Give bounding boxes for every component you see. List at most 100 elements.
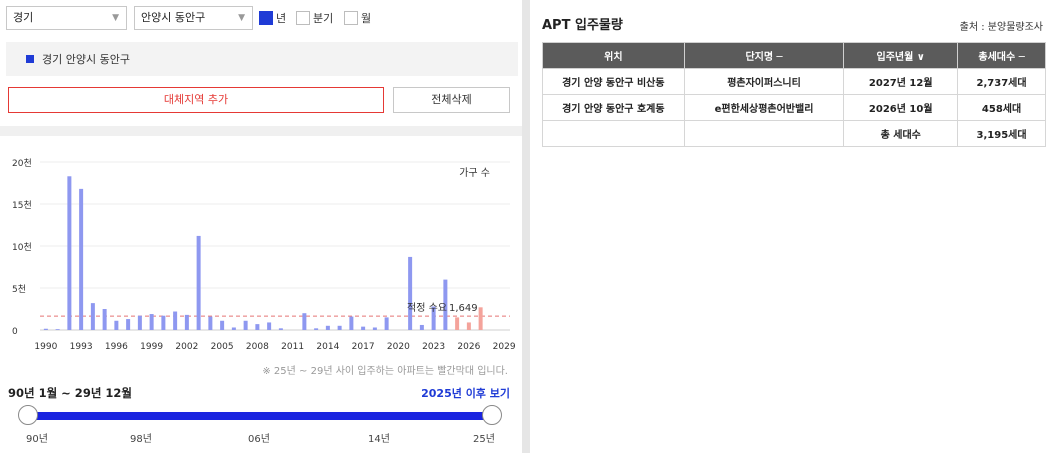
bar-2018[interactable] bbox=[372, 327, 377, 330]
chart-note: ※ 25년 ~ 29년 사이 입주하는 아파트는 빨간막대 입니다. bbox=[262, 366, 508, 377]
period-month-checkbox[interactable]: 월 bbox=[344, 10, 371, 26]
bar-2006[interactable] bbox=[231, 327, 236, 330]
checkbox-checked-icon bbox=[259, 11, 273, 25]
view-after-2025-link[interactable]: 2025년 이후 보기 bbox=[421, 385, 510, 401]
x-tick-label: 2008 bbox=[246, 342, 269, 352]
period-year-checkbox[interactable]: 년 bbox=[259, 10, 286, 26]
column-header-move-in[interactable]: 입주년월 ∨ bbox=[843, 42, 959, 69]
x-tick-label: 2002 bbox=[175, 342, 198, 352]
bar-2010[interactable] bbox=[278, 328, 283, 330]
bar-2007[interactable] bbox=[243, 320, 248, 330]
cell-location: 경기 안양 동안구 호계동 bbox=[542, 94, 685, 121]
x-tick-label: 2026 bbox=[457, 342, 480, 352]
checkbox-unchecked-icon bbox=[344, 11, 358, 25]
slider-label: 90년 bbox=[26, 434, 48, 445]
bar-2000[interactable] bbox=[161, 315, 166, 330]
bar-2021[interactable] bbox=[408, 256, 413, 330]
chevron-down-icon: ▼ bbox=[112, 13, 119, 23]
cell-complex: e편한세상평촌어반밸리 bbox=[683, 94, 845, 121]
bar-2017[interactable] bbox=[361, 326, 366, 330]
bar-2014[interactable] bbox=[325, 325, 330, 330]
bar-2002[interactable] bbox=[184, 314, 189, 330]
bar-2022[interactable] bbox=[419, 324, 424, 330]
table-row[interactable]: 경기 안양 동안구 비산동 평촌자이퍼스니티 2027년 12월 2,737세대 bbox=[542, 68, 1046, 95]
source-label: 출처 : 분양물량조사 bbox=[959, 22, 1043, 33]
x-tick-label: 1996 bbox=[105, 342, 128, 352]
bar-2005[interactable] bbox=[220, 320, 225, 330]
bar-2013[interactable] bbox=[314, 328, 319, 330]
bar-2001[interactable] bbox=[173, 311, 178, 330]
column-header-units[interactable]: 총세대수 ─ bbox=[957, 42, 1046, 69]
bar-2008[interactable] bbox=[255, 324, 260, 330]
province-select[interactable]: 경기 ▼ bbox=[6, 6, 127, 30]
bar-1998[interactable] bbox=[137, 315, 142, 330]
chevron-down-icon: ▼ bbox=[238, 13, 245, 23]
bar-1990[interactable] bbox=[43, 328, 48, 330]
cell-location: 경기 안양 동안구 비산동 bbox=[542, 68, 685, 95]
x-tick-label: 2005 bbox=[211, 342, 234, 352]
bar-2003[interactable] bbox=[196, 235, 201, 330]
cell-empty bbox=[542, 120, 685, 147]
panel-divider[interactable] bbox=[522, 0, 530, 453]
slider-label: 25년 bbox=[473, 434, 495, 445]
bar-2026[interactable] bbox=[466, 322, 471, 330]
y-tick-label: 5천 bbox=[12, 284, 26, 295]
add-alternative-region-button[interactable]: 대체지역 추가 bbox=[8, 87, 384, 113]
x-tick-label: 2011 bbox=[281, 342, 304, 352]
bar-2025[interactable] bbox=[455, 317, 460, 330]
apt-title: APT 입주물량 bbox=[542, 18, 623, 33]
table-summary-row: 총 세대수 3,195세대 bbox=[542, 120, 1046, 147]
bar-2009[interactable] bbox=[267, 322, 272, 330]
column-header-complex[interactable]: 단지명 ─ bbox=[683, 42, 845, 69]
bar-2004[interactable] bbox=[208, 316, 213, 330]
bar-1997[interactable] bbox=[126, 319, 131, 330]
bar-1999[interactable] bbox=[149, 314, 154, 330]
x-tick-label: 2020 bbox=[387, 342, 410, 352]
y-tick-label: 15천 bbox=[12, 200, 32, 211]
supply-bar-chart: 0 5천 10천 15천 20천 1990 1993 1996 1999 2002 2005 200… bbox=[12, 158, 516, 352]
slider-start-handle[interactable] bbox=[18, 405, 38, 425]
right-panel: APT 입주물량 출처 : 분양물량조사 위치 단지명 ─ 입주년월 ∨ 총세대… bbox=[530, 0, 1055, 453]
table-row[interactable]: 경기 안양 동안구 호계동 e편한세상평촌어반밸리 2026년 10월 458세… bbox=[542, 94, 1046, 121]
bar-1992[interactable] bbox=[67, 176, 72, 330]
clear-all-button[interactable]: 전체삭제 bbox=[393, 87, 510, 113]
left-panel: 경기 ▼ 안양시 동안구 ▼ 년 분기 월 경기 안양시 동안구 대체지역 추가… bbox=[0, 0, 522, 453]
x-tick-label: 2014 bbox=[316, 342, 339, 352]
bar-2015[interactable] bbox=[337, 325, 342, 330]
reference-label: 적정 수요 bbox=[407, 302, 447, 314]
slider-label: 98년 bbox=[130, 434, 152, 445]
bar-2019[interactable] bbox=[384, 317, 389, 330]
y-tick-label: 10천 bbox=[12, 242, 32, 253]
bar-2012[interactable] bbox=[302, 313, 307, 330]
table-header-row: 위치 단지명 ─ 입주년월 ∨ 총세대수 ─ bbox=[542, 42, 1046, 69]
checkbox-unchecked-icon bbox=[296, 11, 310, 25]
province-select-value: 경기 bbox=[13, 11, 34, 24]
bar-2016[interactable] bbox=[349, 316, 354, 330]
selected-region-box: 경기 안양시 동안구 bbox=[6, 42, 518, 76]
column-header-location[interactable]: 위치 bbox=[542, 42, 685, 69]
cell-move-in: 2026년 10월 bbox=[843, 94, 959, 121]
region-color-marker bbox=[26, 55, 34, 63]
bar-2027[interactable] bbox=[478, 307, 483, 330]
period-year-label: 년 bbox=[276, 12, 287, 25]
bar-1993[interactable] bbox=[79, 188, 84, 330]
district-select[interactable]: 안양시 동안구 ▼ bbox=[134, 6, 253, 30]
section-separator bbox=[0, 126, 522, 136]
selected-region-label[interactable]: 경기 안양시 동안구 bbox=[42, 51, 130, 67]
bar-1994[interactable] bbox=[90, 303, 95, 330]
summary-value: 3,195세대 bbox=[957, 120, 1046, 147]
period-quarter-checkbox[interactable]: 분기 bbox=[296, 10, 333, 26]
reference-value: 1,649 bbox=[449, 303, 478, 314]
period-range-text: 90년 1월 ~ 29년 12월 bbox=[8, 386, 132, 400]
slider-label: 14년 bbox=[368, 434, 390, 445]
bar-1996[interactable] bbox=[114, 320, 119, 330]
apt-table: 위치 단지명 ─ 입주년월 ∨ 총세대수 ─ 경기 안양 동안구 비산동 평촌자… bbox=[542, 42, 1046, 147]
slider-label: 06년 bbox=[248, 434, 270, 445]
bar-1991[interactable] bbox=[55, 329, 60, 330]
y-tick-label: 0 bbox=[12, 327, 18, 337]
slider-end-handle[interactable] bbox=[482, 405, 502, 425]
cell-units: 2,737세대 bbox=[957, 68, 1046, 95]
x-tick-label: 2023 bbox=[422, 342, 445, 352]
bar-1995[interactable] bbox=[102, 309, 107, 330]
period-slider-track[interactable] bbox=[27, 412, 493, 420]
